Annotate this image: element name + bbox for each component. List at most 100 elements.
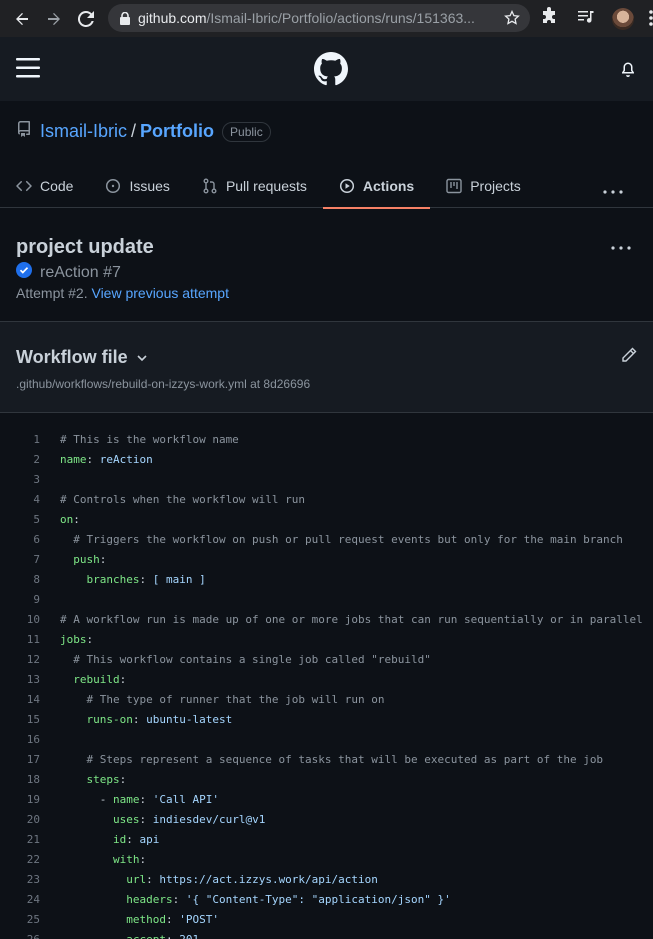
workflow-code-viewer: 1 # This is the workflow name 2 name: reAct…: [0, 430, 653, 939]
browser-menu-icon[interactable]: [649, 9, 653, 32]
workflow-file-panel: Workflow file .github/workflows/rebuild-…: [0, 322, 653, 413]
project-icon: [446, 178, 462, 193]
extensions-puzzle-icon[interactable]: [540, 7, 558, 30]
workflow-file-title: Workflow file: [16, 347, 128, 367]
reload-button[interactable]: [70, 0, 102, 37]
line-number: 20: [26, 813, 40, 826]
lock-icon: [120, 11, 130, 25]
tab-pull-requests-label: Pull requests: [225, 177, 307, 194]
line-number: 6: [33, 533, 40, 546]
pencil-edit-icon[interactable]: [621, 347, 637, 368]
code-line: 14 # The type of runner that the job wil…: [0, 690, 653, 710]
arrow-right-icon: [48, 12, 60, 25]
line-number: 12: [26, 653, 40, 666]
line-content: method: 'POST': [126, 913, 219, 926]
line-content: url: https://act.izzys.work/api/action: [126, 873, 378, 886]
play-icon: [339, 178, 354, 193]
code-line: 19 - name: 'Call API': [0, 790, 653, 810]
more-tabs-icon[interactable]: [603, 181, 623, 199]
forward-button[interactable]: [38, 0, 70, 37]
line-number: 13: [26, 673, 40, 686]
line-number: 17: [26, 753, 40, 766]
code-line: 23 url: https://act.izzys.work/api/actio…: [0, 870, 653, 890]
github-logo-icon[interactable]: [314, 52, 348, 91]
run-more-options-icon[interactable]: [611, 237, 631, 255]
back-button[interactable]: [6, 0, 38, 37]
url-path: /Ismail-Ibric/Portfolio/actions/runs/151…: [206, 10, 475, 26]
tab-projects[interactable]: Projects: [430, 163, 537, 208]
url-host: github.com: [138, 10, 207, 26]
run-attempt: Attempt #2. View previous attempt: [16, 285, 229, 301]
code-line: 17 # Steps represent a sequence of tasks…: [0, 750, 653, 770]
line-content: [40, 730, 60, 750]
media-queue-icon[interactable]: [576, 7, 594, 30]
line-number: 5: [33, 513, 40, 526]
line-content: # The type of runner that the job will r…: [86, 693, 385, 706]
tab-code[interactable]: Code: [0, 163, 89, 208]
code-line: 11 jobs:: [0, 630, 653, 650]
previous-attempt-link[interactable]: View previous attempt: [91, 285, 228, 301]
line-content: - name: 'Call API': [99, 793, 219, 806]
code-line: 18 steps:: [0, 770, 653, 790]
code-line: 5 on:: [0, 510, 653, 530]
reload-icon: [78, 10, 94, 27]
tab-actions[interactable]: Actions: [322, 163, 431, 209]
browser-toolbar: github.com/Ismail-Ibric/Portfolio/action…: [0, 0, 653, 37]
visibility-badge: Public: [222, 121, 271, 142]
repo-name-link[interactable]: Portfolio: [140, 121, 214, 142]
line-content: id: api: [112, 833, 160, 846]
line-number: 3: [33, 473, 40, 486]
code-line: 9: [0, 590, 653, 610]
code-line: 3: [0, 470, 653, 490]
line-number: 22: [26, 853, 40, 866]
tab-issues[interactable]: Issues: [89, 163, 185, 208]
line-content: # This is the workflow name: [60, 433, 239, 446]
repo-tabs: Code Issues Pull requests Actions Projec…: [16, 163, 537, 209]
line-number: 14: [26, 693, 40, 706]
line-content: runs-on: ubuntu-latest: [86, 713, 233, 726]
line-content: [40, 470, 60, 490]
line-content: jobs:: [60, 633, 94, 646]
line-number: 1: [33, 433, 40, 446]
repo-breadcrumb: Ismail-Ibric / Portfolio Public: [16, 121, 271, 142]
check-circle-icon: [16, 262, 32, 283]
pull-request-icon: [203, 178, 217, 193]
code-line: 4 # Controls when the workflow will run: [0, 490, 653, 510]
address-bar[interactable]: github.com/Ismail-Ibric/Portfolio/action…: [108, 4, 530, 32]
line-number: 8: [33, 573, 40, 586]
line-number: 9: [33, 593, 40, 606]
line-content: steps:: [86, 773, 127, 786]
code-line: 12 # This workflow contains a single job…: [0, 650, 653, 670]
code-line: 24 headers: '{ "Content-Type": "applicat…: [0, 890, 653, 910]
hamburger-menu-icon[interactable]: [16, 57, 40, 84]
workflow-file-toggle[interactable]: Workflow file: [16, 347, 148, 368]
code-line: 8 branches: [ main ]: [0, 570, 653, 590]
repo-header: Ismail-Ibric / Portfolio Public Code Iss…: [0, 101, 653, 209]
line-number: 4: [33, 493, 40, 506]
line-content: # Steps represent a sequence of tasks th…: [86, 753, 604, 766]
run-header: project update reAction #7 Attempt #2. V…: [0, 208, 653, 322]
line-content: # This workflow contains a single job ca…: [73, 653, 431, 666]
code-line: 2 name: reAction: [0, 450, 653, 470]
line-content: rebuild:: [73, 673, 127, 686]
code-line: 22 with:: [0, 850, 653, 870]
line-number: 10: [26, 613, 40, 626]
code-line: 15 runs-on: ubuntu-latest: [0, 710, 653, 730]
line-content: [40, 590, 60, 610]
notification-bell-icon[interactable]: [620, 61, 636, 82]
line-number: 24: [26, 893, 40, 906]
run-title: project update: [16, 236, 154, 258]
profile-avatar[interactable]: [612, 7, 634, 30]
run-workflow-line: reAction #7: [16, 262, 121, 283]
line-content: # A workflow run is made up of one or mo…: [60, 613, 643, 626]
code-line: 13 rebuild:: [0, 670, 653, 690]
repo-owner-link[interactable]: Ismail-Ibric: [40, 121, 127, 142]
code-line: 26 accept: 201: [0, 930, 653, 939]
code-line: 20 uses: indiesdev/curl@v1: [0, 810, 653, 830]
line-content: # Controls when the workflow will run: [60, 493, 306, 506]
run-workflow-name: reAction #7: [40, 263, 121, 281]
bookmark-star-icon[interactable]: [504, 9, 520, 29]
tab-pull-requests[interactable]: Pull requests: [186, 163, 323, 208]
line-content: push:: [73, 553, 107, 566]
arrow-left-icon: [16, 12, 28, 25]
